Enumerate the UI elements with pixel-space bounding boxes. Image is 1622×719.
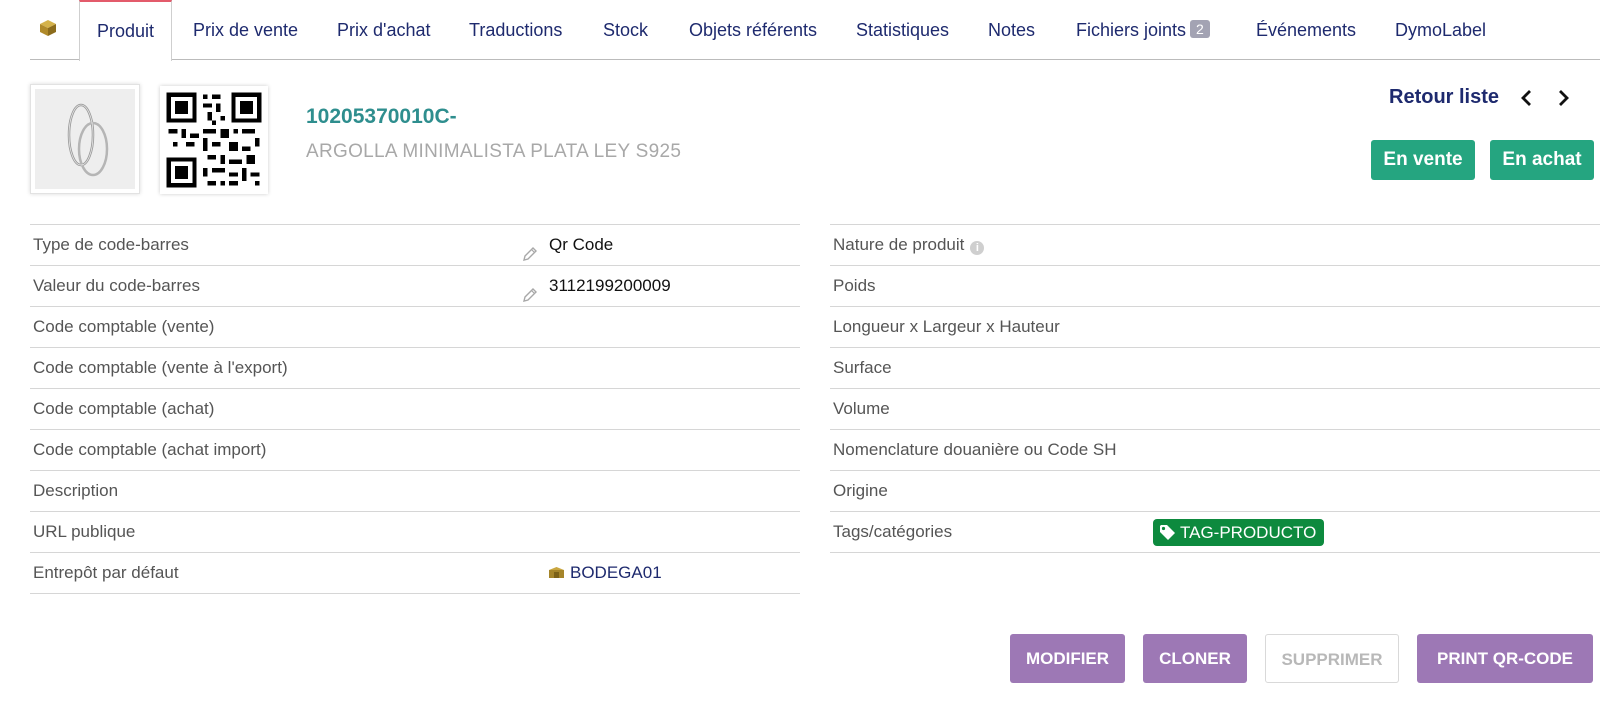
product-label: ARGOLLA MINIMALISTA PLATA LEY S925 — [306, 141, 682, 162]
ring-photo — [35, 89, 135, 189]
pencil-icon[interactable] — [522, 237, 538, 261]
field-row-volume: Volume — [830, 389, 1600, 430]
field-label: Surface — [833, 358, 892, 377]
tab-label: Statistiques — [856, 20, 950, 40]
field-label: URL publique — [33, 522, 136, 541]
field-row-barcode-value: Valeur du code-barres 3112199200009 — [30, 266, 800, 307]
field-row-customs-code: Nomenclature douanière ou Code SH — [830, 430, 1600, 471]
tab-produit[interactable]: Produit — [79, 0, 172, 61]
field-label: Code comptable (vente) — [33, 317, 215, 336]
tab-label: Fichiers joints — [1076, 20, 1187, 40]
field-row-accounting-sale: Code comptable (vente) — [30, 307, 800, 348]
field-row-tags: Tags/catégories TAG-PRODUCTO — [830, 512, 1600, 553]
field-label: Tags/catégories — [833, 522, 953, 541]
chevron-left-icon[interactable] — [1517, 86, 1537, 110]
chevron-right-icon[interactable] — [1553, 86, 1573, 110]
count-badge: 2 — [1190, 20, 1210, 38]
warehouse-name: BODEGA01 — [570, 563, 662, 582]
left-field-table: Type de code-barres Qr Code Valeur du co… — [30, 224, 800, 594]
back-to-list-link[interactable]: Retour liste — [1389, 86, 1499, 109]
product-ref: 10205370010C- — [306, 105, 457, 128]
field-label: Description — [33, 481, 119, 500]
cube-icon[interactable] — [38, 18, 58, 38]
on-sale-badge[interactable]: En vente — [1371, 140, 1475, 180]
tab-traductions[interactable]: Traductions — [469, 0, 562, 59]
field-row-surface: Surface — [830, 348, 1600, 389]
field-label: Nature de produit i — [833, 225, 985, 265]
field-label: Longueur x Largeur x Hauteur — [833, 317, 1060, 336]
tab-prix-d-achat[interactable]: Prix d'achat — [337, 0, 430, 59]
on-purchase-badge[interactable]: En achat — [1490, 140, 1594, 180]
tab-label: Prix d'achat — [337, 20, 431, 40]
tab-bar: Produit Prix de vente Prix d'achat Tradu… — [30, 0, 1600, 61]
tab-statistiques[interactable]: Statistiques — [856, 0, 949, 59]
tab-label: DymoLabel — [1395, 20, 1487, 40]
field-label: Type de code-barres — [33, 235, 189, 254]
field-row-barcode-type: Type de code-barres Qr Code — [30, 225, 800, 266]
field-row-product-nature: Nature de produit i — [830, 225, 1600, 266]
tab-notes[interactable]: Notes — [988, 0, 1035, 59]
field-value: 3112199200009 — [549, 276, 671, 295]
warehouse-icon — [549, 567, 564, 578]
qr-code-icon[interactable] — [160, 86, 268, 194]
field-label: Code comptable (achat) — [33, 399, 215, 418]
field-row-public-url: URL publique — [30, 512, 800, 553]
field-label: Poids — [833, 276, 876, 295]
field-label: Valeur du code-barres — [33, 276, 200, 295]
tab-dymolabel[interactable]: DymoLabel — [1395, 0, 1486, 59]
tab-label: Prix de vente — [193, 20, 299, 40]
tab-evenements[interactable]: Événements — [1256, 0, 1356, 59]
field-row-description: Description — [30, 471, 800, 512]
field-row-accounting-import: Code comptable (achat import) — [30, 430, 800, 471]
clone-button[interactable]: CLONER — [1143, 634, 1247, 683]
field-label: Volume — [833, 399, 890, 418]
field-label: Nomenclature douanière ou Code SH — [833, 440, 1117, 459]
modify-button[interactable]: MODIFIER — [1010, 634, 1125, 683]
field-row-weight: Poids — [830, 266, 1600, 307]
field-label: Code comptable (achat import) — [33, 440, 267, 459]
tab-fichiers-joints[interactable]: Fichiers joints 2 — [1076, 0, 1210, 59]
pencil-icon[interactable] — [522, 278, 538, 302]
field-row-default-warehouse: Entrepôt par défaut BODEGA01 — [30, 553, 800, 594]
field-row-accounting-export: Code comptable (vente à l'export) — [30, 348, 800, 389]
tab-label: Stock — [603, 20, 649, 40]
delete-button[interactable]: SUPPRIMER — [1265, 634, 1399, 683]
product-photo[interactable] — [30, 84, 140, 194]
tab-label: Événements — [1256, 20, 1357, 40]
tag-label: TAG-PRODUCTO — [1180, 523, 1317, 542]
tab-label: Objets référents — [689, 20, 818, 40]
field-row-origin: Origine — [830, 471, 1600, 512]
tab-prix-de-vente[interactable]: Prix de vente — [193, 0, 298, 59]
tab-objets-referents[interactable]: Objets référents — [689, 0, 817, 59]
tag-icon — [1160, 525, 1175, 540]
tab-stock[interactable]: Stock — [603, 0, 648, 59]
info-icon[interactable]: i — [970, 241, 985, 255]
field-row-accounting-purchase: Code comptable (achat) — [30, 389, 800, 430]
field-label-text: Nature de produit — [833, 235, 965, 254]
warehouse-link[interactable]: BODEGA01 — [548, 553, 662, 593]
print-qr-code-button[interactable]: PRINT QR-CODE — [1417, 634, 1593, 683]
right-field-table: Nature de produit i Poids Longueur x Larg… — [830, 224, 1600, 553]
tab-label: Notes — [988, 20, 1036, 40]
field-label: Entrepôt par défaut — [33, 563, 179, 582]
field-value: Qr Code — [549, 235, 614, 254]
field-row-dimensions: Longueur x Largeur x Hauteur — [830, 307, 1600, 348]
tag-badge[interactable]: TAG-PRODUCTO — [1153, 519, 1325, 546]
field-label: Code comptable (vente à l'export) — [33, 358, 288, 377]
field-label: Origine — [833, 481, 888, 500]
tab-label: Traductions — [469, 20, 563, 40]
tab-label: Produit — [96, 21, 155, 41]
